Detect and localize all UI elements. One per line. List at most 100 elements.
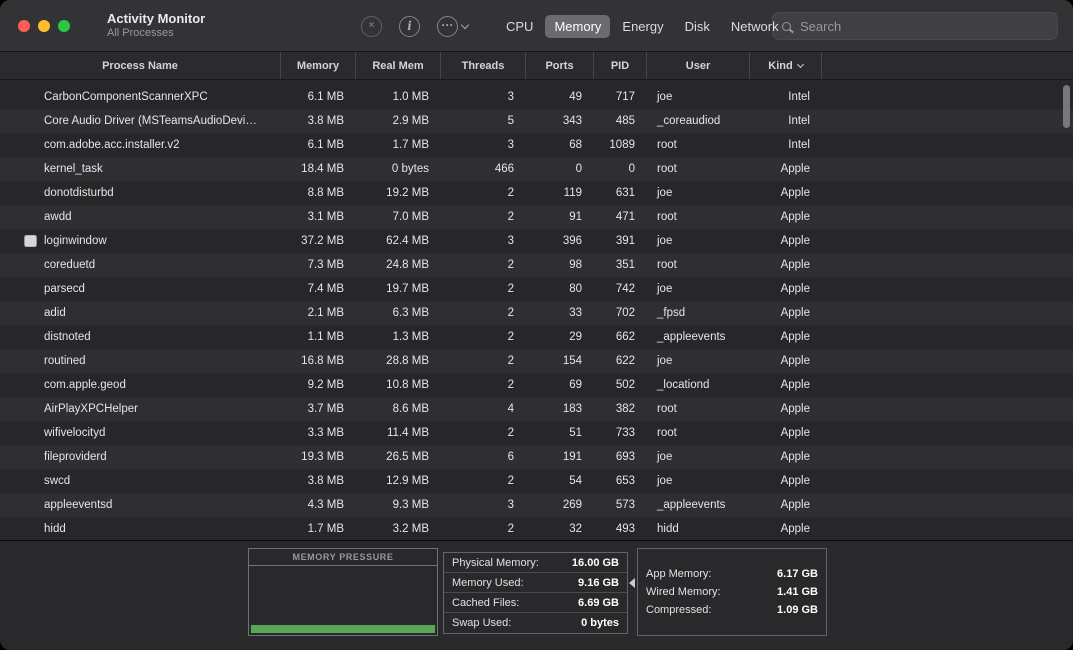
quit-process-button[interactable]: × — [361, 15, 382, 37]
cell-process-name: wifivelocityd — [0, 427, 281, 439]
table-row[interactable]: com.adobe.acc.installer.v2 6.1 MB 1.7 MB 3 6… — [0, 133, 1073, 157]
cell-process-name: kernel_task — [0, 163, 281, 175]
column-header-ports[interactable]: Ports — [526, 52, 594, 79]
cell-user: _fpsd — [657, 307, 686, 319]
cell-ports: 33 — [569, 307, 582, 319]
cell-process-name: awdd — [0, 211, 281, 223]
table-row[interactable]: loginwindow 37.2 MB 62.4 MB 3 396 391 joe Apple — [0, 229, 1073, 253]
stat-label: App Memory: — [646, 568, 712, 580]
cell-ports: 191 — [562, 451, 582, 463]
cell-real_mem: 12.9 MB — [386, 475, 429, 487]
cell-kind: Apple — [780, 475, 810, 487]
cell-ports: 68 — [569, 139, 582, 151]
process-name-label: distnoted — [44, 331, 91, 343]
close-window-button[interactable] — [18, 19, 30, 32]
search-icon — [782, 21, 791, 31]
cell-pid: 0 — [628, 163, 635, 175]
table-row[interactable]: com.apple.geod 9.2 MB 10.8 MB 2 69 502 _locati… — [0, 373, 1073, 397]
table-row[interactable]: kernel_task 18.4 MB 0 bytes 466 0 0 root Apple — [0, 157, 1073, 181]
cell-pid: 493 — [615, 523, 635, 535]
table-row[interactable]: adid 2.1 MB 6.3 MB 2 33 702 _fpsd Apple — [0, 301, 1073, 325]
cell-ports: 396 — [562, 235, 582, 247]
table-row[interactable]: fileproviderd 19.3 MB 26.5 MB 6 191 693 joe App… — [0, 445, 1073, 469]
cell-threads: 2 — [507, 187, 514, 199]
vertical-scrollbar[interactable] — [1063, 85, 1070, 128]
cell-user: joe — [657, 475, 673, 487]
column-header-label: PID — [610, 59, 630, 72]
cell-memory: 9.2 MB — [307, 379, 344, 391]
table-row[interactable]: hidd 1.7 MB 3.2 MB 2 32 493 hidd Apple — [0, 517, 1073, 540]
zoom-window-button[interactable] — [58, 19, 70, 32]
cell-kind: Apple — [780, 523, 810, 535]
cell-memory: 7.4 MB — [307, 283, 344, 295]
activity-monitor-window: Activity Monitor All Processes × i ··· C… — [0, 0, 1073, 650]
cell-memory: 4.3 MB — [307, 499, 344, 511]
table-row[interactable]: coreduetd 7.3 MB 24.8 MB 2 98 351 root Apple — [0, 253, 1073, 277]
column-header-real_mem[interactable]: Real Mem — [356, 52, 441, 79]
process-name-label: Core Audio Driver (MSTeamsAudioDevi… — [44, 115, 257, 127]
cell-kind: Apple — [780, 451, 810, 463]
cell-user: joe — [657, 451, 673, 463]
stat-label: Memory Used: — [452, 576, 524, 589]
stat-value: 6.17 GB — [777, 568, 818, 580]
column-header-pid[interactable]: PID — [594, 52, 647, 79]
table-row[interactable]: routined 16.8 MB 28.8 MB 2 154 622 joe Apple — [0, 349, 1073, 373]
search-input[interactable] — [798, 17, 1048, 35]
tab-energy[interactable]: Energy — [613, 15, 672, 38]
cell-ports: 91 — [569, 211, 582, 223]
tab-cpu[interactable]: CPU — [497, 15, 542, 38]
cell-ports: 183 — [562, 403, 582, 415]
process-name-label: com.apple.geod — [44, 379, 126, 391]
memory-pressure-bar — [251, 625, 435, 633]
cell-user: root — [657, 427, 677, 439]
table-row[interactable]: AirPlayXPCHelper 3.7 MB 8.6 MB 4 183 382 root A… — [0, 397, 1073, 421]
table-row[interactable]: appleeventsd 4.3 MB 9.3 MB 3 269 573 _appleeve… — [0, 493, 1073, 517]
table-row[interactable]: swcd 3.8 MB 12.9 MB 2 54 653 joe Apple — [0, 469, 1073, 493]
cell-kind: Apple — [780, 187, 810, 199]
column-header-kind[interactable]: Kind — [750, 52, 822, 79]
cell-threads: 4 — [507, 403, 514, 415]
cell-threads: 6 — [507, 451, 514, 463]
stat-label: Swap Used: — [452, 617, 512, 629]
table-row[interactable]: parsecd 7.4 MB 19.7 MB 2 80 742 joe Apple — [0, 277, 1073, 301]
search-field[interactable] — [772, 12, 1058, 40]
process-name-label: CarbonComponentScannerXPC — [44, 91, 208, 103]
cell-pid: 485 — [615, 115, 635, 127]
chevron-down-icon — [460, 20, 470, 29]
column-header-user[interactable]: User — [647, 52, 750, 79]
cell-real_mem: 0 bytes — [391, 163, 429, 175]
table-row[interactable]: CarbonComponentScannerXPC 6.1 MB 1.0 MB 3 49… — [0, 85, 1073, 109]
cell-real_mem: 62.4 MB — [386, 235, 429, 247]
cell-process-name: Core Audio Driver (MSTeamsAudioDevi… — [0, 115, 281, 127]
inspect-process-button[interactable]: i — [399, 15, 420, 37]
stat-label: Cached Files: — [452, 596, 520, 609]
cell-kind: Apple — [780, 403, 810, 415]
quit-process-icon: × — [368, 20, 375, 31]
cell-ports: 343 — [562, 115, 582, 127]
cell-threads: 3 — [507, 235, 514, 247]
column-header-memory[interactable]: Memory — [281, 52, 356, 79]
table-row[interactable]: distnoted 1.1 MB 1.3 MB 2 29 662 _appleevents A… — [0, 325, 1073, 349]
cell-threads: 2 — [507, 259, 514, 271]
tab-memory[interactable]: Memory — [545, 14, 611, 38]
column-header-threads[interactable]: Threads — [441, 52, 526, 79]
table-row[interactable]: awdd 3.1 MB 7.0 MB 2 91 471 root Apple — [0, 205, 1073, 229]
cell-memory: 18.4 MB — [301, 163, 344, 175]
cell-user: _appleevents — [657, 499, 726, 511]
table-row[interactable]: Core Audio Driver (MSTeamsAudioDevi… 3.8 … — [0, 109, 1073, 133]
table-row[interactable]: wifivelocityd 3.3 MB 11.4 MB 2 51 733 root Appl… — [0, 421, 1073, 445]
minimize-window-button[interactable] — [38, 19, 50, 32]
process-name-label: donotdisturbd — [44, 187, 114, 199]
cell-threads: 5 — [507, 115, 514, 127]
cell-process-name: fileproviderd — [0, 451, 281, 463]
cell-pid: 742 — [615, 283, 635, 295]
table-row[interactable]: donotdisturbd 8.8 MB 19.2 MB 2 119 631 joe Appl… — [0, 181, 1073, 205]
cell-process-name: distnoted — [0, 331, 281, 343]
tab-disk[interactable]: Disk — [676, 15, 719, 38]
column-header-name[interactable]: Process Name — [0, 52, 281, 79]
window-controls — [18, 19, 70, 32]
cell-threads: 2 — [507, 427, 514, 439]
info-icon: i — [407, 19, 412, 33]
more-options-button[interactable]: ··· — [437, 15, 470, 37]
cell-kind: Apple — [780, 283, 810, 295]
